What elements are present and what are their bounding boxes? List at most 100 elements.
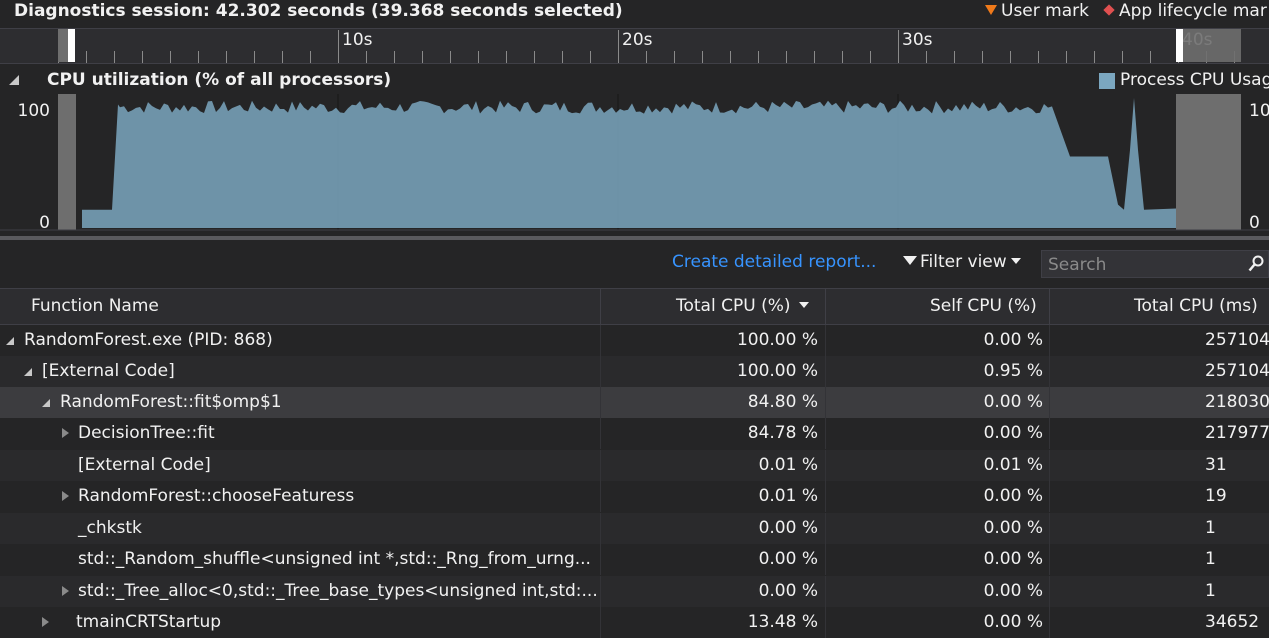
filter-view-button[interactable]: Filter view <box>903 252 1021 272</box>
ruler-tick <box>506 51 507 63</box>
total-cpu-ms: 257104 <box>1205 330 1269 350</box>
y-axis-min-label: 0 <box>39 213 50 233</box>
search-icon[interactable] <box>1248 255 1264 273</box>
table-row[interactable]: RandomForest.exe (PID: 868) 100.00 % 0.0… <box>0 325 1269 356</box>
ruler-label: 30s <box>902 30 933 50</box>
ruler-tick <box>366 51 367 63</box>
ruler-tick <box>198 51 199 63</box>
self-cpu-pct: 0.00 % <box>983 392 1043 412</box>
collapsed-icon[interactable] <box>62 428 69 438</box>
create-detailed-report-link[interactable]: Create detailed report... <box>672 252 876 272</box>
self-cpu-pct: 0.00 % <box>983 423 1043 443</box>
table-row[interactable]: RandomForest::chooseFeaturess 0.01 % 0.0… <box>0 481 1269 512</box>
ruler-tick <box>674 51 675 63</box>
ruler-tick <box>114 51 115 63</box>
ruler-label: 20s <box>622 30 653 50</box>
chevron-down-icon <box>1010 258 1021 264</box>
filter-icon <box>903 256 917 265</box>
total-cpu-pct: 84.78 % <box>747 423 818 443</box>
legend-app-lifecycle: App lifecycle mar <box>1103 1 1267 21</box>
ruler-tick <box>898 30 899 63</box>
ruler-tick <box>758 51 759 63</box>
function-name: [External Code] <box>78 455 211 475</box>
ruler-tick <box>450 51 451 63</box>
expanded-icon[interactable] <box>6 337 14 345</box>
total-cpu-pct: 0.01 % <box>758 486 818 506</box>
collapsed-icon[interactable] <box>62 491 69 501</box>
ruler-tick <box>86 51 87 63</box>
table-row[interactable]: _chkstk 0.00 % 0.00 % 1 <box>0 513 1269 544</box>
ruler-tick <box>1038 51 1039 63</box>
search-input[interactable] <box>1046 253 1250 277</box>
table-row[interactable]: [External Code] 0.01 % 0.01 % 31 <box>0 450 1269 481</box>
ruler-tick <box>1094 51 1095 63</box>
column-total-cpu-pct[interactable]: Total CPU (%) <box>676 296 809 316</box>
table-row[interactable]: std::_Tree_alloc<0,std::_Tree_base_types… <box>0 576 1269 607</box>
timeline-ruler[interactable]: 10s20s30s40s <box>0 28 1269 64</box>
collapse-icon[interactable] <box>9 75 19 85</box>
ruler-tick <box>870 51 871 63</box>
total-cpu-ms: 257104 <box>1205 361 1269 381</box>
table-row[interactable]: std::_Random_shuffle<unsigned int *,std:… <box>0 544 1269 575</box>
function-name: tmainCRTStartup <box>76 612 222 632</box>
ruler-tick <box>702 51 703 63</box>
self-cpu-pct: 0.00 % <box>983 518 1043 538</box>
sort-descending-icon <box>798 302 809 308</box>
total-cpu-pct: 0.00 % <box>758 518 818 538</box>
function-name: RandomForest.exe (PID: 868) <box>24 330 273 350</box>
total-cpu-ms: 218030 <box>1205 392 1269 412</box>
ruler-tick <box>394 51 395 63</box>
total-cpu-ms: 19 <box>1205 486 1227 506</box>
pane-splitter[interactable] <box>0 236 1269 240</box>
total-cpu-pct: 100.00 % <box>736 330 818 350</box>
ruler-tick <box>842 51 843 63</box>
ruler-label: 10s <box>342 30 373 50</box>
self-cpu-pct: 0.00 % <box>983 549 1043 569</box>
selection-right-handle[interactable] <box>1176 29 1183 62</box>
ruler-tick <box>422 51 423 63</box>
selection-left-handle[interactable] <box>68 29 75 62</box>
column-total-cpu-ms[interactable]: Total CPU (ms) <box>1134 296 1258 316</box>
table-row[interactable]: tmainCRTStartup 13.48 % 0.00 % 34652 <box>0 607 1269 638</box>
ruler-tick <box>1066 51 1067 63</box>
ruler-tick <box>1122 51 1123 63</box>
cpu-utilization-chart[interactable]: 100 0 10 0 <box>0 94 1269 234</box>
chart-right-shade <box>1176 94 1241 230</box>
ruler-tick <box>618 30 619 63</box>
column-self-cpu-pct[interactable]: Self CPU (%) <box>930 296 1037 316</box>
collapsed-icon[interactable] <box>42 617 49 627</box>
column-function-name[interactable]: Function Name <box>31 296 159 316</box>
selection-left-shade <box>58 29 68 62</box>
self-cpu-pct: 0.00 % <box>983 330 1043 350</box>
legend-user-mark-label: User mark <box>1001 1 1089 21</box>
expanded-icon[interactable] <box>24 368 32 376</box>
total-cpu-pct: 0.01 % <box>758 455 818 475</box>
table-row[interactable]: DecisionTree::fit 84.78 % 0.00 % 217977 <box>0 418 1269 449</box>
ruler-tick <box>1010 51 1011 63</box>
ruler-tick <box>338 30 339 63</box>
ruler-tick <box>282 51 283 63</box>
y-axis-max-label: 100 <box>18 101 50 121</box>
self-cpu-pct: 0.00 % <box>983 612 1043 632</box>
y-axis-max-label-right: 10 <box>1249 101 1269 121</box>
search-box[interactable] <box>1041 250 1269 278</box>
legend-app-lifecycle-label: App lifecycle mar <box>1119 1 1267 21</box>
y-axis-min-label-right: 0 <box>1249 213 1260 233</box>
ruler-tick <box>786 51 787 63</box>
ruler-tick <box>562 51 563 63</box>
cpu-area <box>82 98 1176 228</box>
table-row[interactable]: [External Code] 100.00 % 0.95 % 257104 <box>0 356 1269 387</box>
function-name: RandomForest::chooseFeaturess <box>78 486 355 506</box>
expanded-icon[interactable] <box>42 399 50 407</box>
self-cpu-pct: 0.00 % <box>983 581 1043 601</box>
ruler-tick <box>226 51 227 63</box>
collapsed-icon[interactable] <box>62 586 69 596</box>
total-cpu-pct: 0.00 % <box>758 581 818 601</box>
self-cpu-pct: 0.01 % <box>983 455 1043 475</box>
total-cpu-pct: 84.80 % <box>747 392 818 412</box>
legend-user-mark: User mark <box>985 1 1089 21</box>
total-cpu-pct: 100.00 % <box>736 361 818 381</box>
ruler-tick <box>982 51 983 63</box>
table-row-selected[interactable]: RandomForest::fit$omp$1 84.80 % 0.00 % 2… <box>0 387 1269 418</box>
ruler-tick <box>254 51 255 63</box>
